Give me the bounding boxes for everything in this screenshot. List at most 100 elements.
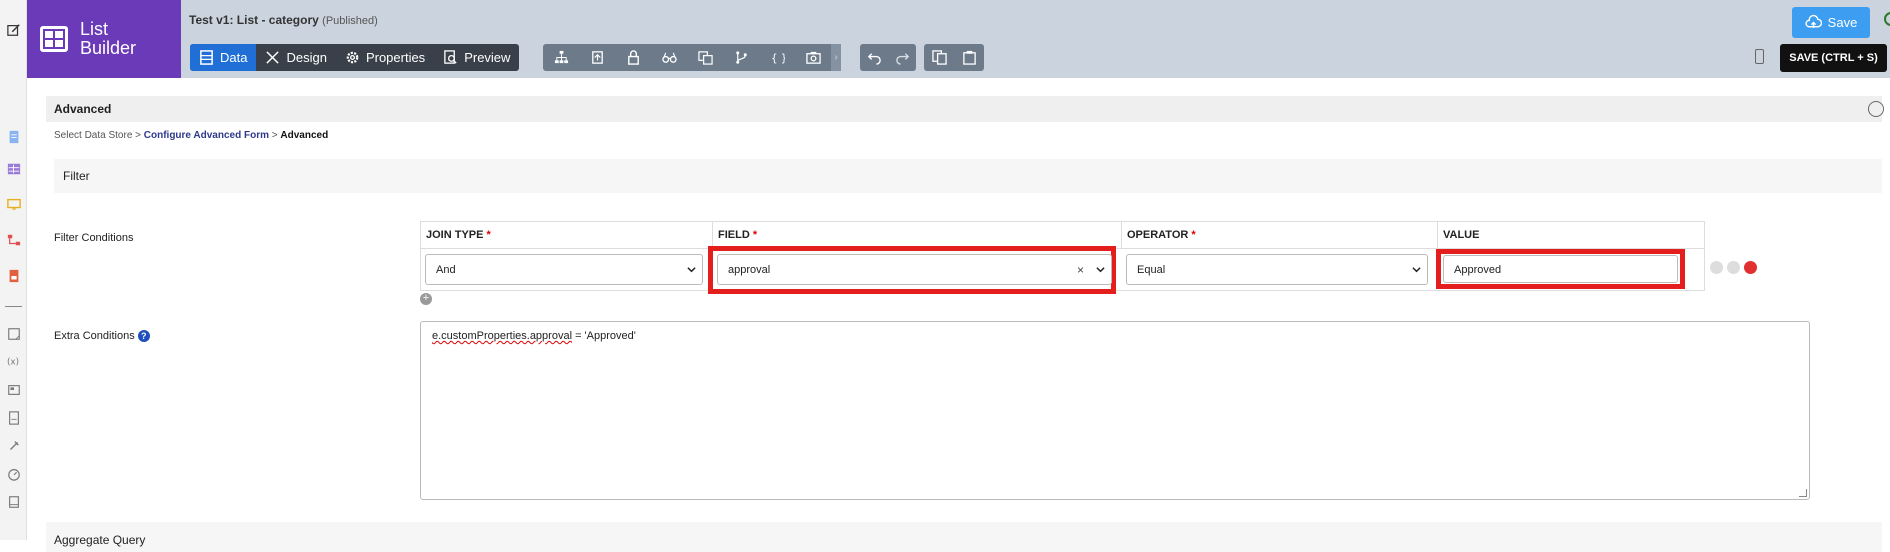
redo-icon [895, 53, 909, 65]
table-icon [200, 50, 213, 65]
save-shortcut-button[interactable]: SAVE (CTRL + S) [1780, 44, 1887, 72]
tab-data[interactable]: Data [190, 44, 257, 71]
column-header-join-type: JOIN TYPE * [421, 222, 713, 249]
extra-conditions-expression-rest: = 'Approved' [572, 330, 636, 342]
top-bar: List Builder Test v1: List - category (P… [27, 0, 1890, 78]
breadcrumb-separator: > [135, 130, 141, 141]
history-group [860, 44, 916, 71]
document-icon[interactable] [6, 129, 22, 145]
more-tools-chevron-icon[interactable]: › [831, 44, 841, 71]
tab-preview-label: Preview [464, 50, 511, 65]
extra-conditions-expression: e.customProperties.approval [432, 330, 573, 342]
design-icon [266, 51, 280, 64]
required-marker: * [752, 229, 758, 241]
svg-text:{ }: { } [770, 52, 784, 64]
column-header-field: FIELD * [713, 222, 1122, 249]
aggregate-query-title: Aggregate Query [54, 533, 146, 547]
translate-button[interactable] [687, 44, 723, 71]
cloud-upload-icon [1805, 14, 1822, 28]
page-title: Test v1: List - category (Published) [189, 13, 378, 27]
tab-design-label: Design [286, 50, 327, 65]
breadcrumb-item-configure[interactable]: Configure Advanced Form [144, 130, 269, 141]
export-button[interactable] [579, 44, 615, 71]
filter-section-header[interactable]: Filter [54, 159, 1882, 193]
dashboard-icon[interactable] [6, 466, 22, 482]
value-input[interactable]: Approved [1443, 255, 1678, 283]
breadcrumb-item-data-store[interactable]: Select Data Store [54, 130, 132, 141]
brand: List Builder [27, 0, 181, 78]
code-button[interactable]: { } [759, 44, 795, 71]
join-type-value: And [436, 264, 456, 276]
field-select[interactable]: approval × [717, 254, 1112, 285]
hierarchy-button[interactable] [543, 44, 579, 71]
save-button[interactable]: Save [1792, 7, 1870, 38]
branch-icon [735, 51, 747, 64]
mobile-preview-icon[interactable] [1755, 49, 1764, 64]
hierarchy-icon [554, 50, 568, 64]
monitor-icon[interactable] [6, 196, 22, 212]
undo-button[interactable] [860, 44, 888, 71]
extra-conditions-text: Extra Conditions [54, 330, 135, 342]
note-icon[interactable] [6, 326, 22, 342]
user-avatar[interactable] [1884, 12, 1890, 26]
extra-conditions-textarea[interactable]: e.customProperties.approval = 'Approved' [420, 321, 1810, 500]
list-builder-icon[interactable] [6, 161, 22, 177]
chevron-down-icon [1412, 267, 1421, 273]
column-header-operator: OPERATOR * [1122, 222, 1438, 249]
lock-button[interactable] [615, 44, 651, 71]
extra-conditions-label: Extra Conditions? [54, 330, 150, 343]
redo-button[interactable] [888, 44, 916, 71]
copy-button[interactable] [924, 44, 954, 71]
variable-icon[interactable]: (x) [6, 353, 22, 369]
add-condition-icon[interactable]: + [420, 293, 432, 305]
operator-select[interactable]: Equal [1126, 254, 1428, 285]
section-header: Advanced [46, 96, 1884, 122]
filter-title: Filter [63, 169, 90, 183]
column-label: FIELD [718, 229, 750, 241]
publish-status: (Published) [322, 15, 378, 27]
rail-divider [5, 306, 22, 307]
move-up-icon[interactable] [1710, 261, 1723, 274]
filter-conditions-label: Filter Conditions [54, 232, 134, 244]
lock-icon [627, 50, 639, 65]
book-icon[interactable] [6, 494, 22, 510]
pdf-icon[interactable] [6, 268, 22, 284]
required-marker: * [486, 229, 491, 241]
row-actions [1710, 261, 1757, 274]
field-value: approval [728, 264, 771, 276]
move-down-icon[interactable] [1727, 261, 1740, 274]
column-label: OPERATOR [1127, 229, 1189, 241]
join-type-select[interactable]: And [425, 254, 703, 285]
glasses-icon [661, 52, 677, 63]
translate-icon [697, 51, 713, 65]
camera-icon [805, 51, 821, 64]
breadcrumb-item-current: Advanced [280, 130, 329, 141]
tab-preview[interactable]: Preview [434, 44, 519, 71]
column-header-value: VALUE [1438, 222, 1704, 249]
tab-data-label: Data [220, 50, 248, 65]
help-icon[interactable]: ? [137, 330, 150, 343]
edit-icon[interactable] [6, 22, 22, 38]
branch-button[interactable] [723, 44, 759, 71]
file-icon[interactable] [6, 410, 22, 426]
glasses-button[interactable] [651, 44, 687, 71]
paste-icon [962, 50, 976, 65]
workflow-icon[interactable] [6, 232, 22, 248]
tab-properties[interactable]: Properties [336, 44, 434, 71]
save-label: Save [1827, 15, 1858, 30]
resize-handle-icon[interactable] [1799, 489, 1807, 497]
clipboard-group [924, 44, 984, 71]
column-label: JOIN TYPE [426, 229, 484, 241]
clear-icon[interactable]: × [1077, 263, 1084, 277]
copy-icon [931, 50, 947, 65]
delete-row-icon[interactable] [1744, 261, 1757, 274]
expand-icon[interactable] [1868, 101, 1884, 117]
list-builder-logo-icon [40, 26, 68, 52]
gallery-icon[interactable] [6, 382, 22, 398]
aggregate-query-header[interactable]: Aggregate Query [46, 522, 1882, 552]
screenshot-button[interactable] [795, 44, 831, 71]
tab-design[interactable]: Design [256, 44, 335, 71]
plugin-icon[interactable] [6, 438, 22, 454]
breadcrumb: Select Data Store > Configure Advanced F… [54, 130, 328, 141]
paste-button[interactable] [954, 44, 984, 71]
